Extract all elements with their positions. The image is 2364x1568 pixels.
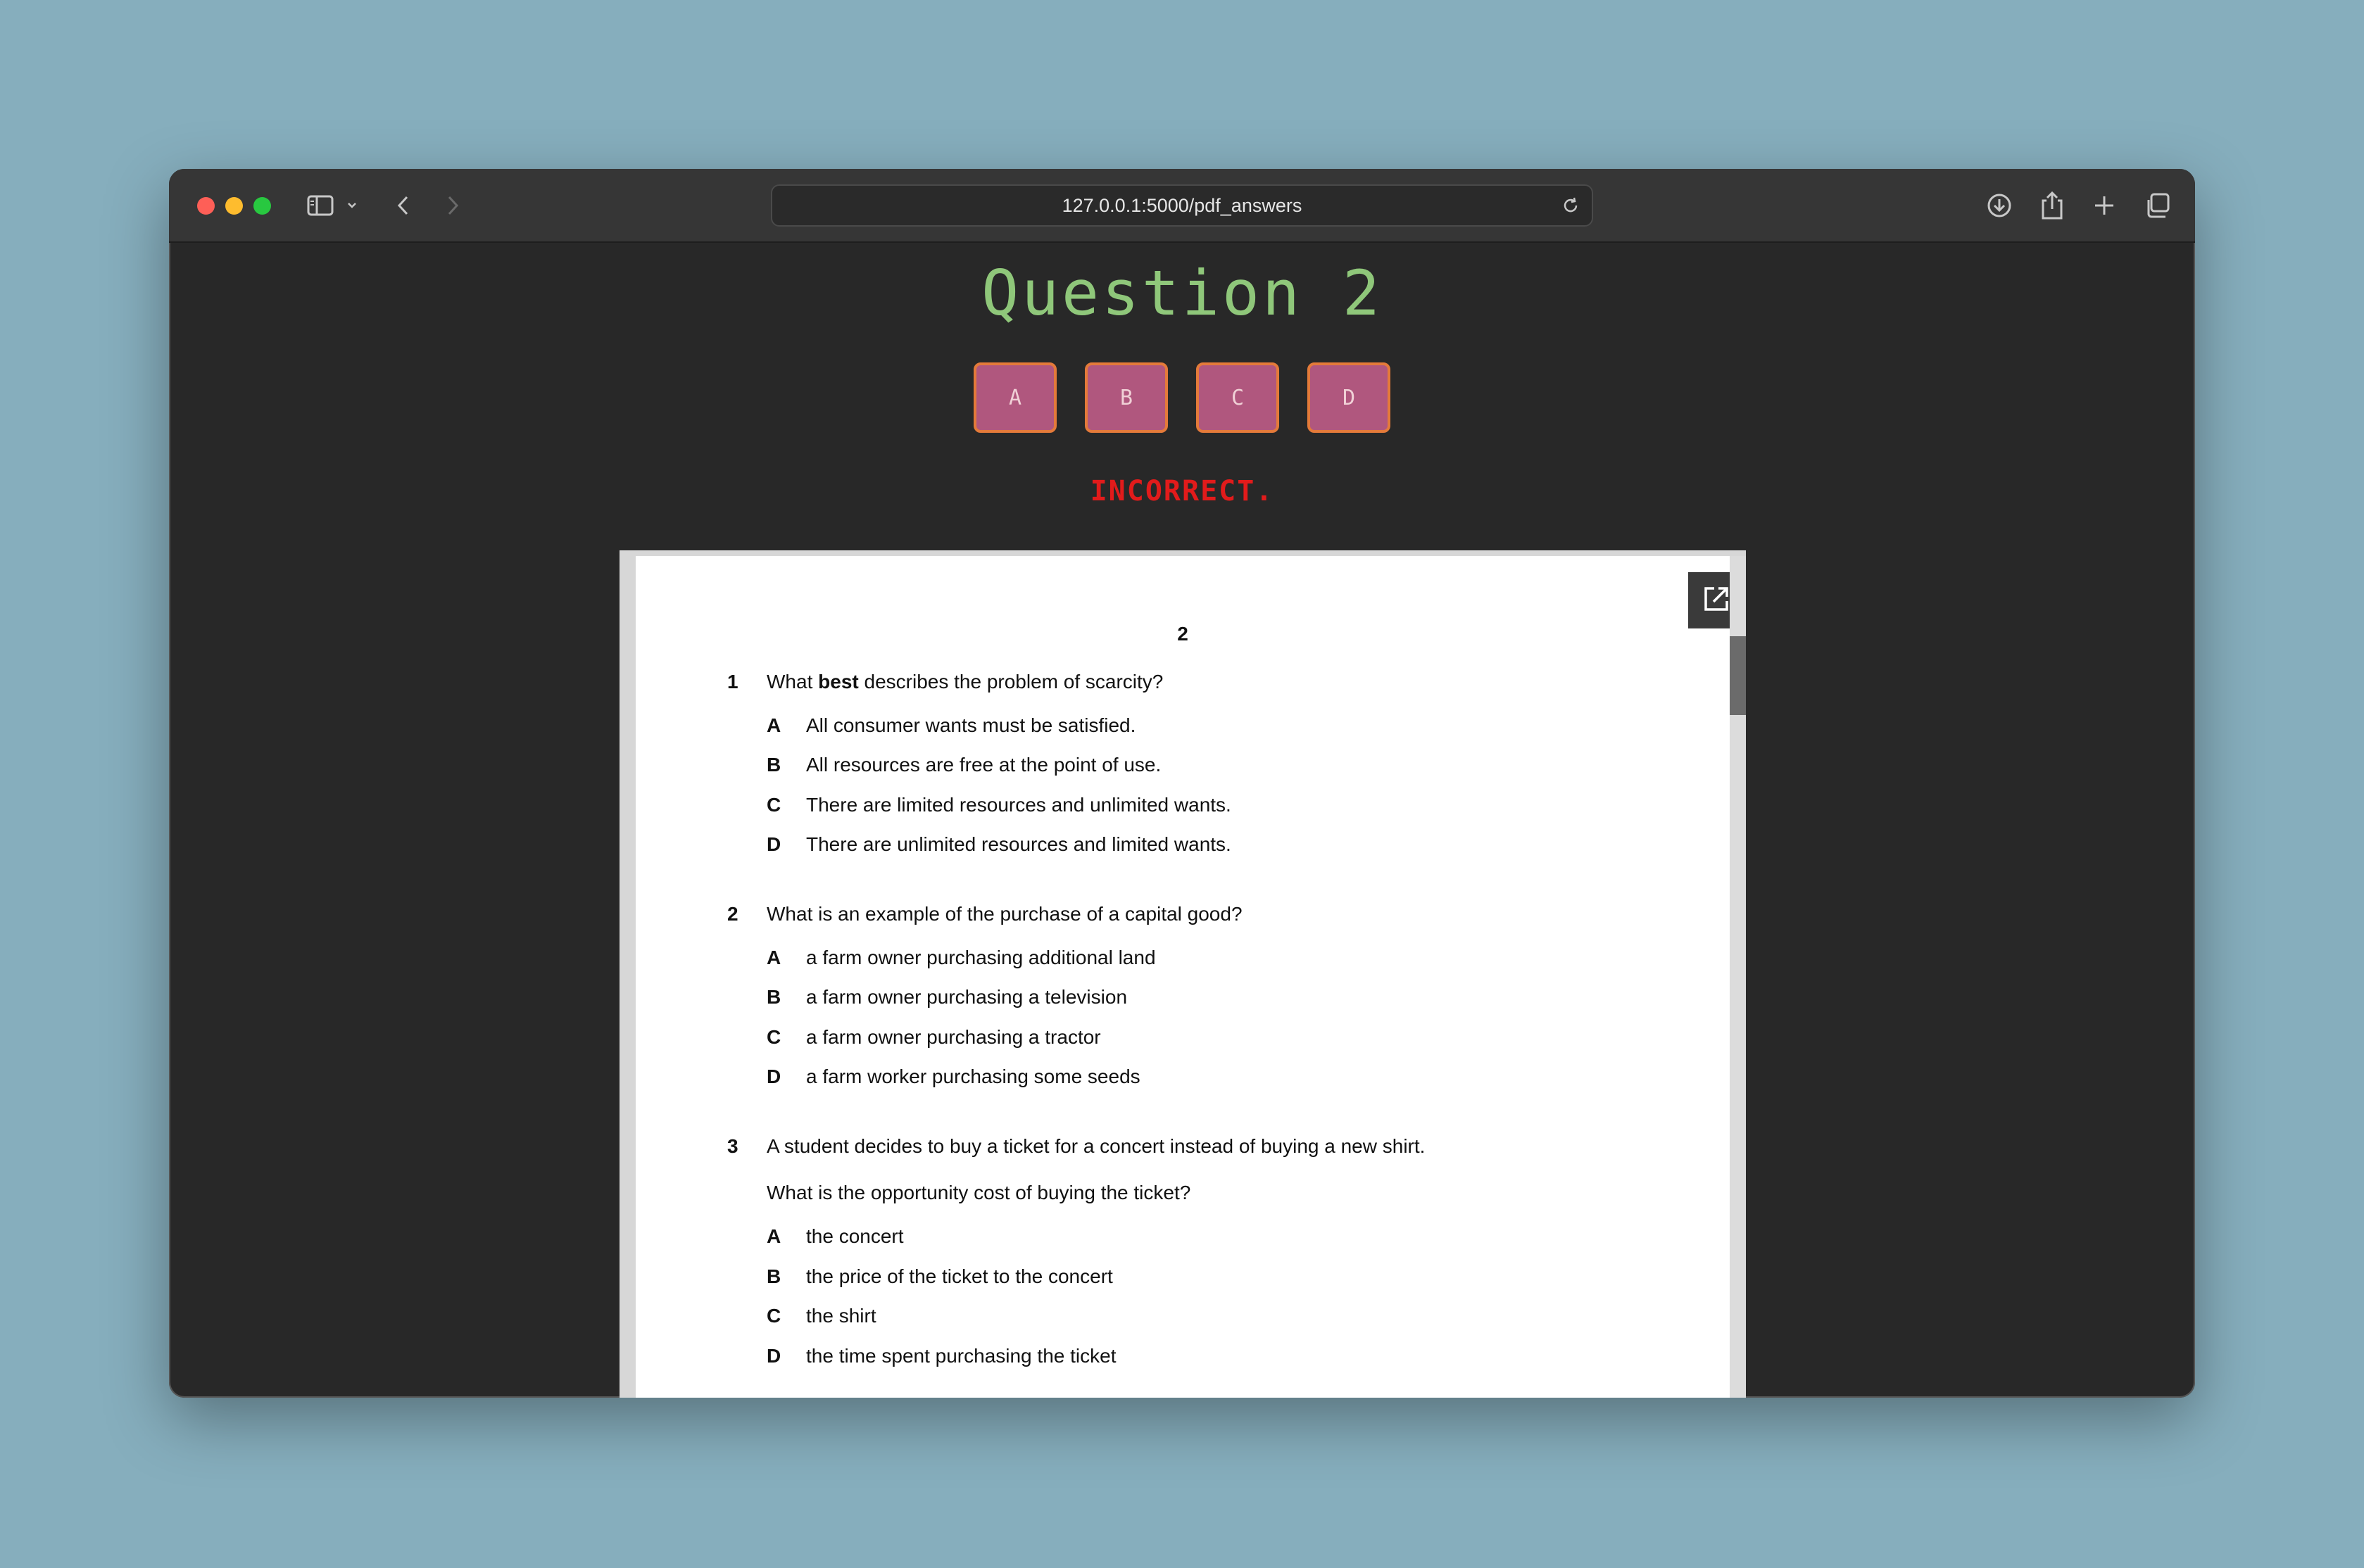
option-letter: D: [767, 833, 781, 855]
zoom-window-button[interactable]: [253, 197, 271, 215]
option-text: There are limited resources and unlimite…: [806, 794, 1231, 816]
browser-window: 127.0.0.1:5000/pdf_answers Question 2 A …: [169, 169, 2195, 1398]
pdf-viewer[interactable]: 2 1 What best describes the problem of s…: [620, 550, 1746, 1398]
answer-button-d[interactable]: D: [1307, 362, 1390, 433]
question-subtext: What is the opportunity cost of buying t…: [767, 1182, 1191, 1203]
share-icon[interactable]: [2037, 189, 2068, 222]
back-icon[interactable]: [393, 189, 414, 222]
external-link-icon: [1702, 584, 1731, 617]
question-title: Question 2: [981, 257, 1383, 329]
question-text-part: describes the problem of scarcity?: [858, 671, 1164, 693]
answer-button-b[interactable]: B: [1085, 362, 1168, 433]
option-text: a farm worker purchasing some seeds: [806, 1066, 1140, 1087]
question-text: What is an example of the purchase of a …: [767, 903, 1243, 925]
question-text-part: What: [767, 671, 819, 693]
option-letter: B: [767, 1265, 781, 1287]
chevron-down-icon[interactable]: [345, 189, 359, 222]
option-text: There are unlimited resources and limite…: [806, 833, 1231, 855]
forward-icon[interactable]: [442, 189, 463, 222]
answer-button-a[interactable]: A: [974, 362, 1057, 433]
pdf-page-number: 2: [1177, 623, 1188, 645]
question-number: 2: [727, 903, 738, 925]
page-content: Question 2 A B C D INCORRECT. 2 1 What b…: [169, 243, 2195, 1398]
option-text: the shirt: [806, 1305, 876, 1327]
option-letter: D: [767, 1345, 781, 1367]
option-text: the concert: [806, 1225, 904, 1247]
option-text: the price of the ticket to the concert: [806, 1265, 1113, 1287]
option-text: All consumer wants must be satisfied.: [806, 714, 1136, 736]
download-icon[interactable]: [1984, 189, 2015, 222]
close-window-button[interactable]: [197, 197, 215, 215]
answer-button-c[interactable]: C: [1196, 362, 1279, 433]
question-text: A student decides to buy a ticket for a …: [767, 1135, 1426, 1157]
option-text: a farm owner purchasing a television: [806, 986, 1128, 1008]
option-letter: B: [767, 754, 781, 776]
result-message: INCORRECT.: [1090, 475, 1274, 507]
option-letter: C: [767, 1026, 781, 1048]
url-text: 127.0.0.1:5000/pdf_answers: [1062, 194, 1302, 216]
sidebar-icon[interactable]: [305, 189, 336, 222]
question-number: 3: [727, 1135, 738, 1157]
option-text: All resources are free at the point of u…: [806, 754, 1162, 776]
new-tab-icon[interactable]: [2089, 189, 2120, 222]
option-letter: A: [767, 947, 781, 968]
option-letter: B: [767, 986, 781, 1008]
question-text-emphasis: best: [818, 671, 859, 693]
question-number: 1: [727, 671, 738, 693]
option-text: the time spent purchasing the ticket: [806, 1345, 1117, 1367]
tab-overview-icon[interactable]: [2142, 189, 2173, 222]
pdf-page: 2 1 What best describes the problem of s…: [636, 556, 1744, 1398]
option-letter: C: [767, 794, 781, 816]
option-letter: C: [767, 1305, 781, 1327]
question-text: What best describes the problem of scarc…: [767, 671, 1163, 693]
minimize-window-button[interactable]: [225, 197, 243, 215]
answer-buttons: A B C D: [169, 362, 2195, 433]
option-letter: A: [767, 1225, 781, 1247]
option-text: a farm owner purchasing additional land: [806, 947, 1156, 968]
reload-icon[interactable]: [1557, 191, 1585, 220]
address-bar[interactable]: 127.0.0.1:5000/pdf_answers: [771, 184, 1593, 227]
pdf-scrollbar-thumb[interactable]: [1730, 636, 1746, 715]
browser-toolbar: 127.0.0.1:5000/pdf_answers: [169, 169, 2195, 243]
option-text: a farm owner purchasing a tractor: [806, 1026, 1101, 1048]
option-letter: A: [767, 714, 781, 736]
option-letter: D: [767, 1066, 781, 1087]
